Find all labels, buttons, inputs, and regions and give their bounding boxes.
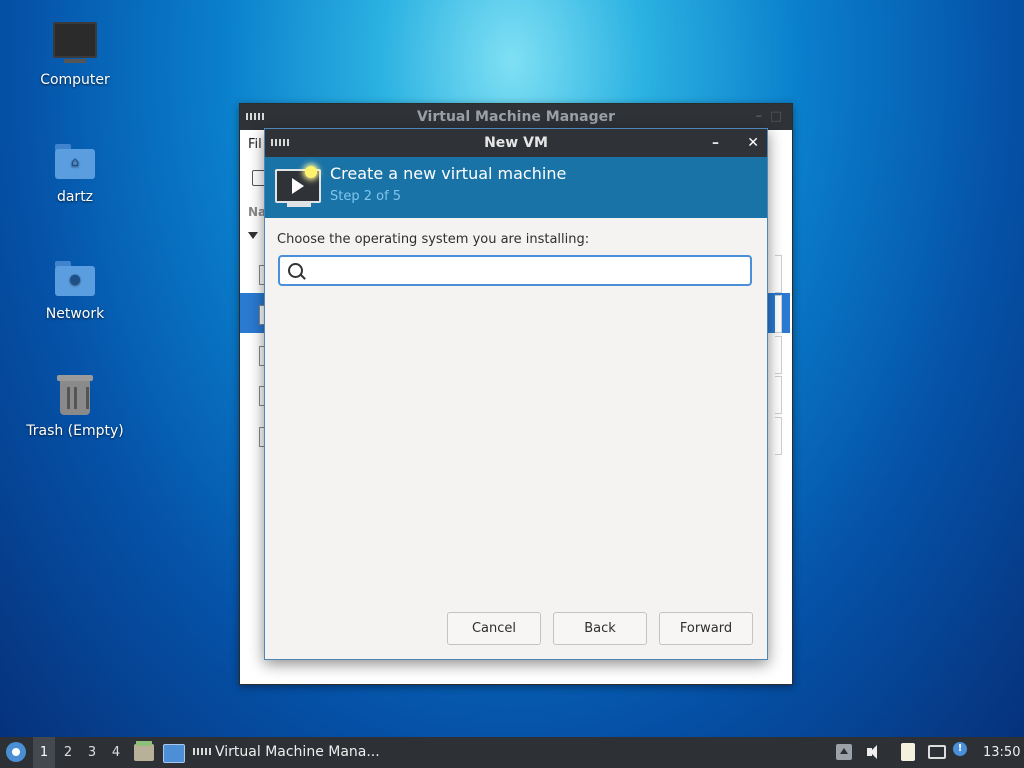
- vmm-title: Virtual Machine Manager: [416, 109, 616, 125]
- clock[interactable]: 13:50: [983, 737, 1020, 768]
- vmm-menu-file[interactable]: Fil: [248, 137, 262, 152]
- desktop-icon-trash[interactable]: Trash (Empty): [10, 373, 140, 439]
- desktop-icon-label: Network: [45, 306, 105, 322]
- vmm-minimize-icon[interactable]: –: [756, 104, 763, 130]
- taskbar-task-vmm[interactable]: Virtual Machine Mana...: [190, 737, 380, 768]
- step-indicator: Step 2 of 5: [330, 189, 402, 204]
- network-icon[interactable]: [928, 745, 946, 759]
- close-icon[interactable]: ✕: [747, 129, 759, 157]
- minimize-icon[interactable]: –: [712, 129, 719, 157]
- sparkle-icon: [305, 166, 317, 178]
- workspace-4[interactable]: 4: [105, 737, 127, 768]
- banner-title: Create a new virtual machine: [330, 164, 567, 183]
- search-icon: [288, 263, 303, 278]
- trash-icon: [53, 373, 97, 417]
- desktop-icon-label: Computer: [40, 72, 110, 88]
- desktop-icon-label: Trash (Empty): [26, 423, 124, 439]
- desktop-icon-computer[interactable]: Computer: [10, 22, 140, 88]
- home-folder-icon: ⌂: [53, 139, 97, 183]
- dialog-title: New VM: [484, 135, 548, 151]
- update-notification-icon[interactable]: !: [953, 742, 967, 756]
- dialog-logo-icon: [271, 139, 289, 146]
- tray-arrow-icon[interactable]: [836, 744, 852, 760]
- computer-icon: [53, 22, 97, 66]
- dialog-titlebar[interactable]: New VM – ✕: [265, 129, 767, 157]
- task-vm-icon: [193, 747, 211, 755]
- desktop-icon-network[interactable]: ● Network: [10, 256, 140, 322]
- os-search-field[interactable]: [278, 255, 752, 286]
- network-folder-icon: ●: [53, 256, 97, 300]
- file-manager-icon[interactable]: [134, 741, 154, 761]
- workspace-2[interactable]: 2: [57, 737, 79, 768]
- expander-icon[interactable]: [248, 232, 258, 239]
- new-vm-dialog: New VM – ✕ Create a new virtual machine …: [264, 128, 768, 660]
- app-menu-icon[interactable]: [6, 742, 26, 762]
- clipboard-icon[interactable]: [901, 743, 915, 761]
- vmm-titlebar[interactable]: Virtual Machine Manager – □: [240, 104, 792, 130]
- workspace-3[interactable]: 3: [81, 737, 103, 768]
- os-prompt-label: Choose the operating system you are inst…: [277, 232, 590, 247]
- desktop-icon-label: dartz: [56, 189, 94, 205]
- forward-button[interactable]: Forward: [659, 612, 753, 645]
- cancel-button[interactable]: Cancel: [447, 612, 541, 645]
- back-button[interactable]: Back: [553, 612, 647, 645]
- vmm-logo-icon: [246, 113, 264, 120]
- show-desktop-icon[interactable]: [163, 744, 185, 763]
- taskbar: 1 2 3 4 Virtual Machine Mana... ! 13:50: [0, 737, 1024, 768]
- vmm-maximize-icon[interactable]: □: [770, 104, 782, 130]
- volume-icon[interactable]: [866, 744, 882, 760]
- task-label: Virtual Machine Mana...: [215, 744, 380, 760]
- os-search-input[interactable]: [310, 260, 744, 282]
- workspace-1[interactable]: 1: [33, 737, 55, 768]
- desktop-icon-home[interactable]: ⌂ dartz: [10, 139, 140, 205]
- wizard-banner: Create a new virtual machine Step 2 of 5: [265, 157, 767, 218]
